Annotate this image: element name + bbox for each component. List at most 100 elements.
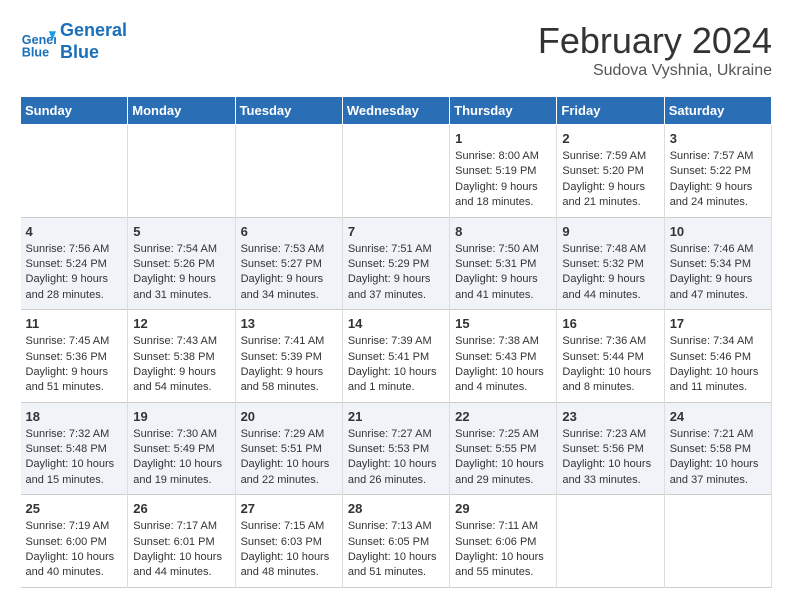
calendar-cell: 2Sunrise: 7:59 AM Sunset: 5:20 PM Daylig… (557, 125, 664, 218)
calendar-cell: 20 Sunrise: 7:29 AM Sunset: 5:51 PM Dayli… (235, 402, 342, 495)
day-info: Sunrise: 7:30 AM Sunset: 5:49 PM Dayligh… (133, 427, 229, 489)
day-number: 1 (455, 131, 551, 146)
day-number: 2 (562, 131, 658, 146)
svg-text:Blue: Blue (22, 45, 49, 59)
day-number: 11 (26, 316, 123, 331)
day-number: 5 (133, 224, 229, 239)
day-info: Sunrise: 7:57 AM Sunset: 5:22 PM Dayligh… (670, 149, 766, 211)
calendar-header: SundayMondayTuesdayWednesdayThursdayFrid… (21, 97, 772, 125)
day-number: 27 (241, 501, 337, 516)
day-info: Sunrise: 7:15 AM Sunset: 6:03 PM Dayligh… (241, 519, 337, 581)
day-number: 18 (26, 409, 123, 424)
weekday-header-saturday: Saturday (664, 97, 771, 125)
weekday-header-thursday: Thursday (450, 97, 557, 125)
day-number: 24 (670, 409, 766, 424)
location-subtitle: Sudova Vyshnia, Ukraine (538, 62, 772, 80)
calendar-cell: 18 Sunrise: 7:32 AM Sunset: 5:48 PM Dayli… (21, 402, 128, 495)
calendar-cell (235, 125, 342, 218)
calendar-cell: 19 Sunrise: 7:30 AM Sunset: 5:49 PM Dayli… (128, 402, 235, 495)
day-info: Sunrise: 7:32 AM Sunset: 5:48 PM Dayligh… (26, 427, 123, 489)
calendar-cell: 25 Sunrise: 7:19 AM Sunset: 6:00 PM Dayli… (21, 495, 128, 588)
weekday-header-sunday: Sunday (21, 97, 128, 125)
day-number: 17 (670, 316, 766, 331)
day-number: 25 (26, 501, 123, 516)
day-number: 7 (348, 224, 444, 239)
calendar-cell: 1 Sunrise: 8:00 AM Sunset: 5:19 PM Daylig… (450, 125, 557, 218)
calendar-week-1: 1 Sunrise: 8:00 AM Sunset: 5:19 PM Daylig… (21, 125, 772, 218)
day-number: 16 (562, 316, 658, 331)
day-info: Sunrise: 7:38 AM Sunset: 5:43 PM Dayligh… (455, 334, 551, 396)
calendar-cell (342, 125, 449, 218)
calendar-cell: 7 Sunrise: 7:51 AM Sunset: 5:29 PM Daylig… (342, 217, 449, 310)
day-info: Sunrise: 7:54 AM Sunset: 5:26 PM Dayligh… (133, 242, 229, 304)
calendar-cell (664, 495, 771, 588)
calendar-cell: 22Sunrise: 7:25 AM Sunset: 5:55 PM Dayli… (450, 402, 557, 495)
day-number: 21 (348, 409, 444, 424)
day-number: 9 (562, 224, 658, 239)
day-number: 20 (241, 409, 337, 424)
day-number: 4 (26, 224, 123, 239)
day-number: 8 (455, 224, 551, 239)
day-info: Sunrise: 7:56 AM Sunset: 5:24 PM Dayligh… (26, 242, 123, 304)
calendar-cell: 9 Sunrise: 7:48 AM Sunset: 5:32 PM Daylig… (557, 217, 664, 310)
calendar-week-4: 18 Sunrise: 7:32 AM Sunset: 5:48 PM Dayli… (21, 402, 772, 495)
logo: General Blue General Blue (20, 20, 127, 63)
day-info: Sunrise: 7:43 AM Sunset: 5:38 PM Dayligh… (133, 334, 229, 396)
day-info: Sunrise: 7:34 AM Sunset: 5:46 PM Dayligh… (670, 334, 766, 396)
day-number: 23 (562, 409, 658, 424)
calendar-cell: 23 Sunrise: 7:23 AM Sunset: 5:56 PM Dayli… (557, 402, 664, 495)
calendar-cell: 10 Sunrise: 7:46 AM Sunset: 5:34 PM Dayli… (664, 217, 771, 310)
calendar-cell: 4 Sunrise: 7:56 AM Sunset: 5:24 PM Daylig… (21, 217, 128, 310)
calendar-cell: 21 Sunrise: 7:27 AM Sunset: 5:53 PM Dayli… (342, 402, 449, 495)
day-info: Sunrise: 7:11 AM Sunset: 6:06 PM Dayligh… (455, 519, 551, 581)
day-number: 14 (348, 316, 444, 331)
calendar-cell: 28Sunrise: 7:13 AM Sunset: 6:05 PM Dayli… (342, 495, 449, 588)
weekday-header-monday: Monday (128, 97, 235, 125)
day-info: Sunrise: 7:29 AM Sunset: 5:51 PM Dayligh… (241, 427, 337, 489)
calendar-cell (128, 125, 235, 218)
calendar-cell: 8 Sunrise: 7:50 AM Sunset: 5:31 PM Daylig… (450, 217, 557, 310)
day-info: Sunrise: 7:23 AM Sunset: 5:56 PM Dayligh… (562, 427, 658, 489)
calendar-week-2: 4 Sunrise: 7:56 AM Sunset: 5:24 PM Daylig… (21, 217, 772, 310)
calendar-cell: 11 Sunrise: 7:45 AM Sunset: 5:36 PM Dayli… (21, 310, 128, 403)
day-number: 15 (455, 316, 551, 331)
calendar-cell: 29 Sunrise: 7:11 AM Sunset: 6:06 PM Dayli… (450, 495, 557, 588)
calendar-week-5: 25 Sunrise: 7:19 AM Sunset: 6:00 PM Dayli… (21, 495, 772, 588)
day-number: 19 (133, 409, 229, 424)
calendar-cell: 26Sunrise: 7:17 AM Sunset: 6:01 PM Dayli… (128, 495, 235, 588)
day-info: Sunrise: 7:46 AM Sunset: 5:34 PM Dayligh… (670, 242, 766, 304)
calendar-cell: 17 Sunrise: 7:34 AM Sunset: 5:46 PM Dayli… (664, 310, 771, 403)
page-header: General Blue General Blue February 2024 … (20, 20, 772, 80)
day-info: Sunrise: 7:41 AM Sunset: 5:39 PM Dayligh… (241, 334, 337, 396)
calendar-cell: 5 Sunrise: 7:54 AM Sunset: 5:26 PM Daylig… (128, 217, 235, 310)
day-info: Sunrise: 8:00 AM Sunset: 5:19 PM Dayligh… (455, 149, 551, 211)
calendar-cell: 12 Sunrise: 7:43 AM Sunset: 5:38 PM Dayli… (128, 310, 235, 403)
calendar-cell: 6Sunrise: 7:53 AM Sunset: 5:27 PM Daylig… (235, 217, 342, 310)
day-info: Sunrise: 7:17 AM Sunset: 6:01 PM Dayligh… (133, 519, 229, 581)
day-info: Sunrise: 7:36 AM Sunset: 5:44 PM Dayligh… (562, 334, 658, 396)
day-info: Sunrise: 7:51 AM Sunset: 5:29 PM Dayligh… (348, 242, 444, 304)
day-number: 10 (670, 224, 766, 239)
day-info: Sunrise: 7:50 AM Sunset: 5:31 PM Dayligh… (455, 242, 551, 304)
calendar-cell (557, 495, 664, 588)
calendar-cell: 14Sunrise: 7:39 AM Sunset: 5:41 PM Dayli… (342, 310, 449, 403)
calendar-body: 1 Sunrise: 8:00 AM Sunset: 5:19 PM Daylig… (21, 125, 772, 588)
calendar-table: SundayMondayTuesdayWednesdayThursdayFrid… (20, 96, 772, 588)
day-info: Sunrise: 7:48 AM Sunset: 5:32 PM Dayligh… (562, 242, 658, 304)
weekday-header-wednesday: Wednesday (342, 97, 449, 125)
day-number: 29 (455, 501, 551, 516)
day-info: Sunrise: 7:27 AM Sunset: 5:53 PM Dayligh… (348, 427, 444, 489)
weekday-header-row: SundayMondayTuesdayWednesdayThursdayFrid… (21, 97, 772, 125)
day-number: 6 (241, 224, 337, 239)
day-info: Sunrise: 7:45 AM Sunset: 5:36 PM Dayligh… (26, 334, 123, 396)
logo-icon: General Blue (20, 24, 56, 60)
calendar-cell (21, 125, 128, 218)
calendar-cell: 27 Sunrise: 7:15 AM Sunset: 6:03 PM Dayli… (235, 495, 342, 588)
day-info: Sunrise: 7:21 AM Sunset: 5:58 PM Dayligh… (670, 427, 766, 489)
day-number: 12 (133, 316, 229, 331)
day-number: 3 (670, 131, 766, 146)
day-info: Sunrise: 7:19 AM Sunset: 6:00 PM Dayligh… (26, 519, 123, 581)
calendar-cell: 3 Sunrise: 7:57 AM Sunset: 5:22 PM Daylig… (664, 125, 771, 218)
month-title: February 2024 (538, 20, 772, 62)
day-number: 22 (455, 409, 551, 424)
